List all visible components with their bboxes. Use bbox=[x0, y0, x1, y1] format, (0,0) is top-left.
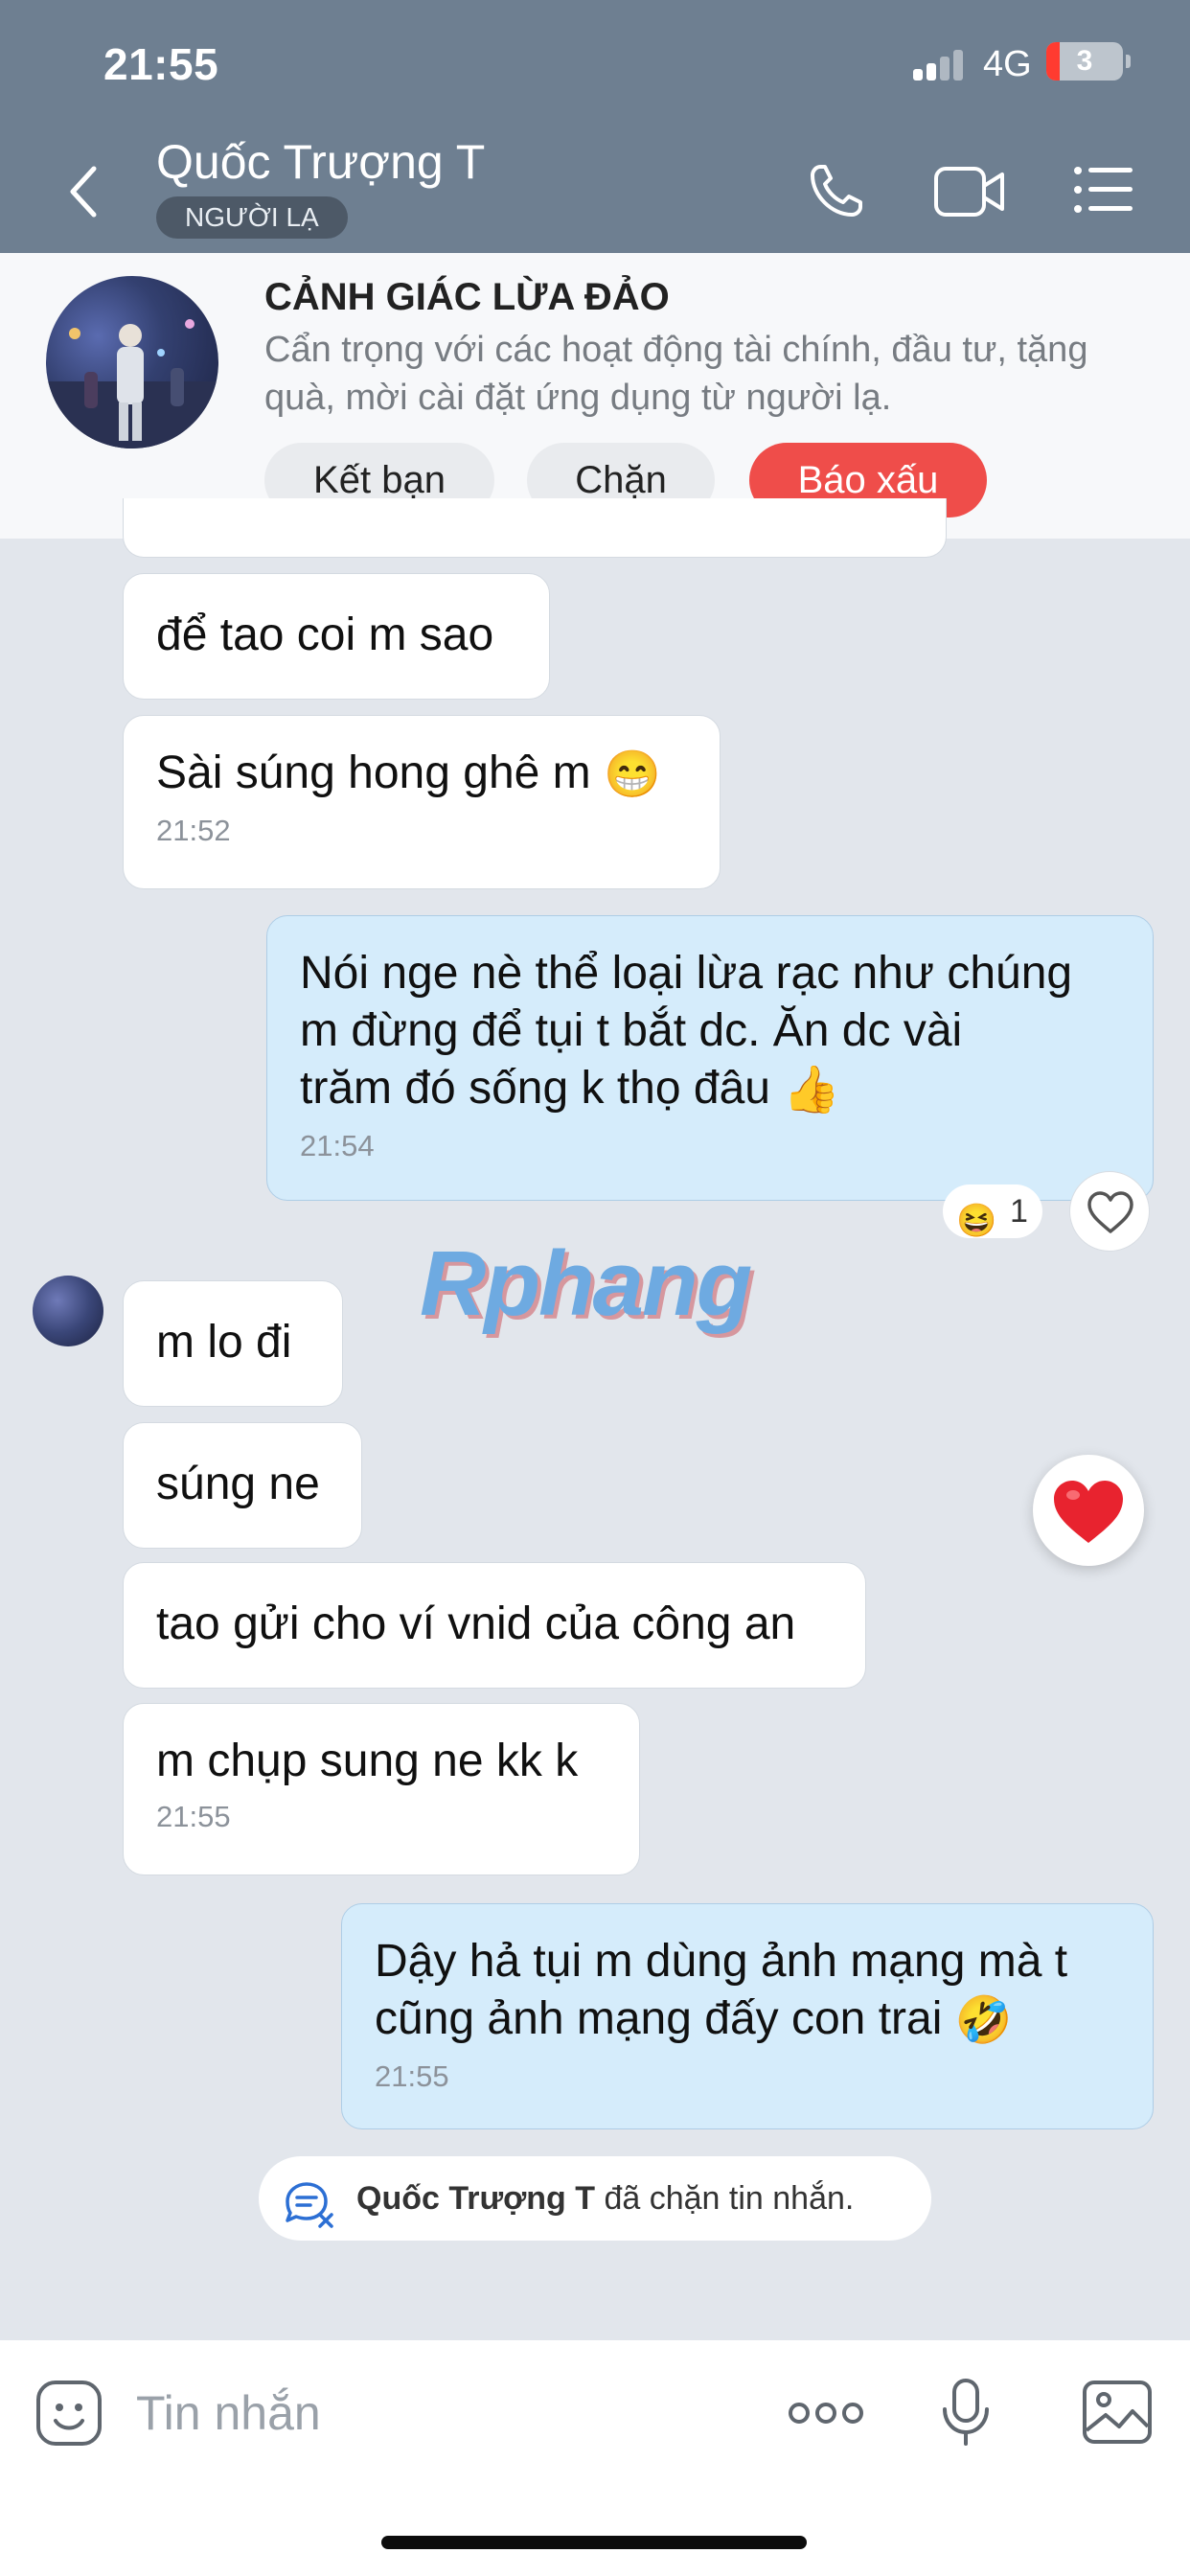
message-line: trăm đó sống k thọ đâu bbox=[300, 1063, 770, 1114]
battery-icon: 3 bbox=[1046, 42, 1131, 80]
like-heart-icon[interactable] bbox=[1069, 1171, 1150, 1252]
watermark: Rphang bbox=[420, 1232, 752, 1335]
video-call-icon[interactable] bbox=[933, 165, 1006, 223]
message-bubble-incoming[interactable]: m chụp sung ne kk k 21:55 bbox=[123, 1703, 640, 1875]
message-line: Dậy hả tụi m dùng ảnh mạng mà t bbox=[375, 1936, 1068, 1987]
battery-level: 3 bbox=[1076, 45, 1093, 77]
stranger-badge: NGƯỜI LẠ bbox=[156, 196, 348, 239]
menu-icon[interactable] bbox=[1073, 165, 1134, 219]
rofl-emoji: 🤣 bbox=[954, 1995, 1013, 2047]
message-bubble-incoming[interactable]: để tao coi m sao bbox=[123, 573, 550, 700]
sticker-icon[interactable] bbox=[34, 2379, 103, 2452]
message-time: 21:55 bbox=[375, 2059, 449, 2094]
blocker-name: Quốc Trượng T bbox=[356, 2180, 596, 2217]
message-bubble-outgoing[interactable]: Nói nge nè thể loại lừa rạc như chúng m … bbox=[266, 915, 1154, 1201]
message-text: súng ne bbox=[156, 1459, 320, 1509]
message-input[interactable] bbox=[134, 2379, 751, 2448]
warning-title: CẢNH GIÁC LỪA ĐẢO bbox=[264, 276, 670, 318]
sender-avatar[interactable] bbox=[33, 1276, 103, 1346]
home-indicator[interactable] bbox=[381, 2536, 807, 2549]
message-line: Nói nge nè thể loại lừa rạc như chúng bbox=[300, 948, 1073, 999]
warning-text: Cẩn trọng với các hoạt động tài chính, đ… bbox=[264, 330, 1088, 418]
blocked-chat-icon bbox=[282, 2175, 335, 2260]
back-icon[interactable] bbox=[63, 163, 105, 220]
laugh-reaction-emoji: 😆 bbox=[956, 1203, 997, 1239]
contact-avatar[interactable] bbox=[46, 276, 218, 448]
message-bubble-incoming[interactable]: m lo đi bbox=[123, 1280, 343, 1407]
message-text: m lo đi bbox=[156, 1317, 292, 1368]
status-time: 21:55 bbox=[103, 39, 219, 89]
message-time: 21:55 bbox=[156, 1800, 231, 1833]
message-bubble-incoming[interactable]: súng ne bbox=[123, 1422, 362, 1549]
message-line: m đừng để tụi t bắt dc. Ăn dc vài bbox=[300, 1005, 963, 1056]
phone-icon[interactable] bbox=[807, 161, 866, 225]
message-bubble-incoming[interactable]: Sài súng hong ghê m 😁 21:52 bbox=[123, 715, 721, 889]
reaction-summary[interactable]: 😆 1 bbox=[943, 1184, 1042, 1239]
more-options-icon[interactable] bbox=[788, 2396, 864, 2435]
message-bubble-outgoing[interactable]: Dậy hả tụi m dùng ảnh mạng mà t cũng ảnh… bbox=[341, 1903, 1154, 2129]
thumbs-up-emoji: 👍 bbox=[783, 1065, 841, 1116]
message-line: cũng ảnh mạng đấy con trai bbox=[375, 1993, 943, 2044]
message-text: để tao coi m sao bbox=[156, 610, 494, 660]
message-text: tao gửi cho ví vnid của công an bbox=[156, 1598, 796, 1649]
reaction-count: 1 bbox=[1010, 1193, 1028, 1230]
heart-reaction-icon[interactable] bbox=[1033, 1455, 1144, 1566]
image-gallery-icon[interactable] bbox=[1081, 2379, 1154, 2450]
message-bubble-partial[interactable] bbox=[123, 498, 947, 558]
network-type: 4G bbox=[983, 44, 1032, 84]
message-time: 21:52 bbox=[156, 814, 231, 848]
microphone-icon[interactable] bbox=[939, 2377, 993, 2454]
signal-icon bbox=[913, 50, 965, 80]
message-text: m chụp sung ne kk k bbox=[156, 1736, 579, 1786]
message-bubble-incoming[interactable]: tao gửi cho ví vnid của công an bbox=[123, 1562, 866, 1689]
message-text: Sài súng hong ghê m bbox=[156, 748, 591, 798]
scam-warning-banner: CẢNH GIÁC LỪA ĐẢO Cẩn trọng với các hoạt… bbox=[0, 253, 1190, 539]
blocked-system-notice: Quốc Trượng T đã chặn tin nhắn. bbox=[259, 2156, 931, 2241]
blocked-text: đã chặn tin nhắn. bbox=[604, 2180, 855, 2217]
chat-header: 21:55 4G 3 Quốc Trượng T NGƯỜI LẠ bbox=[0, 0, 1190, 253]
grin-emoji: 😁 bbox=[604, 749, 661, 801]
message-time: 21:54 bbox=[300, 1129, 375, 1163]
contact-name[interactable]: Quốc Trượng T bbox=[156, 134, 485, 190]
